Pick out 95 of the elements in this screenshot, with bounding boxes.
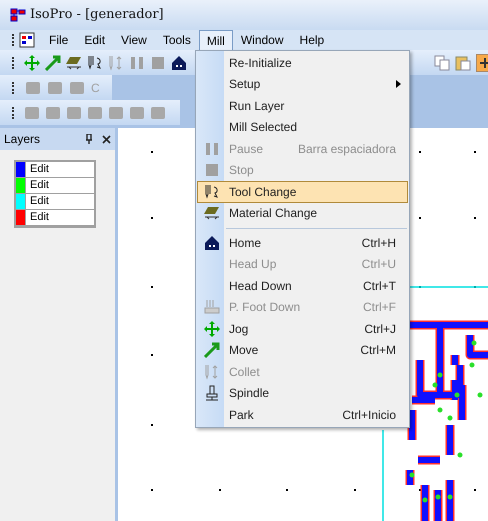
grid-point: [419, 151, 421, 153]
close-icon[interactable]: [102, 134, 111, 144]
menu-item[interactable]: Spindle: [197, 382, 408, 404]
document-icon[interactable]: [19, 32, 35, 48]
menu-item-label: Re-Initialize: [229, 54, 293, 72]
layer-edit-label[interactable]: Edit: [25, 194, 49, 209]
menu-item-label: Material Change: [229, 205, 318, 222]
grid-point: [474, 151, 476, 153]
spindle-icon[interactable]: [204, 385, 220, 402]
diagonal-arrow-icon[interactable]: [204, 342, 220, 358]
grid-point: [219, 489, 221, 491]
menu-item-label: P. Foot Down: [229, 299, 302, 316]
menu-item-label: Tool Change: [229, 184, 298, 201]
menu-bar-item[interactable]: Window: [232, 30, 292, 50]
submenu-arrow-icon: [396, 80, 401, 88]
menu-item-label: Head Down: [229, 278, 293, 295]
house-icon[interactable]: [204, 234, 220, 251]
menu-item-label: Run Layer: [229, 98, 286, 115]
shortcut-label: Ctrl+U: [362, 256, 396, 274]
menu-item[interactable]: Head Down Ctrl+T: [197, 275, 408, 296]
menu-item[interactable]: Material Change: [197, 202, 408, 224]
grid-point: [151, 489, 153, 491]
menu-item-label: Home: [229, 234, 262, 252]
shortcut-label: Ctrl+Inicio: [342, 406, 396, 424]
panel-title: Layers: [4, 131, 42, 148]
pause-icon[interactable]: [129, 54, 145, 70]
pin-icon[interactable]: [84, 134, 94, 144]
menu-item-label: Pause: [229, 140, 264, 158]
layer-edit-label[interactable]: Edit: [25, 210, 49, 225]
menu-item-label: Head Up: [229, 256, 278, 274]
grid-point: [151, 151, 153, 153]
menu-bar-item[interactable]: File: [41, 30, 76, 50]
menu-item[interactable]: Mill Selected: [197, 116, 408, 138]
toolbar-grip-icon: [12, 56, 15, 68]
menu-item[interactable]: Run Layer: [197, 95, 408, 116]
grid-point: [419, 489, 421, 491]
grid-point: [419, 217, 421, 219]
toolbar-grip-icon: [12, 106, 15, 118]
menu-item[interactable]: Park Ctrl+Inicio: [197, 404, 408, 426]
tool-swap-icon[interactable]: [204, 184, 220, 200]
menu-bar-item[interactable]: Tools: [154, 30, 199, 50]
grid-point: [151, 424, 153, 426]
menu-item-label: Setup: [229, 76, 262, 94]
grid-point: [286, 489, 288, 491]
layer-color-swatch[interactable]: [16, 194, 25, 209]
toolbar-grip-icon: [12, 34, 15, 46]
grid-point: [419, 286, 421, 288]
menu-item-label: Stop: [229, 162, 255, 180]
menu-item[interactable]: Move Ctrl+M: [197, 340, 408, 361]
layer-color-swatch[interactable]: [16, 162, 25, 177]
plate-icon[interactable]: [204, 205, 220, 222]
layer-color-swatch[interactable]: [16, 178, 25, 193]
four-arrows-icon[interactable]: [204, 320, 220, 337]
shortcut-label: Ctrl+F: [363, 299, 396, 316]
menu-item-label: Spindle: [229, 385, 270, 402]
menu-bar-item[interactable]: Edit: [76, 30, 114, 50]
stop-icon[interactable]: [150, 54, 166, 70]
tool-arrows-icon[interactable]: [108, 54, 124, 70]
menu-item-label: Mill Selected: [229, 119, 298, 136]
menu-item-label: Collet: [229, 364, 261, 381]
grid-point: [474, 217, 476, 219]
app-logo-icon: [10, 7, 26, 23]
grid-point: [151, 217, 153, 219]
menu-item-label: Park: [229, 406, 255, 424]
menu-bar-item[interactable]: Mill: [198, 30, 233, 50]
window-title: IsoPro - [generador]: [30, 6, 164, 24]
tool-swap-icon[interactable]: [87, 54, 103, 70]
grid-point: [474, 489, 476, 491]
grid-point: [474, 286, 476, 288]
house-icon[interactable]: [171, 54, 187, 70]
menu-item[interactable]: Home Ctrl+H: [197, 232, 408, 254]
toolbar-grip-icon: [12, 82, 15, 94]
grid-point: [151, 286, 153, 288]
layer-edit-label[interactable]: Edit: [25, 162, 49, 177]
menu-item[interactable]: Jog Ctrl+J: [197, 318, 408, 340]
shortcut-label: Ctrl+M: [360, 342, 396, 360]
menu-item-label: Jog: [229, 320, 250, 338]
shortcut-label: Ctrl+T: [363, 278, 396, 295]
shortcut-label: Ctrl+J: [364, 320, 396, 338]
menu-item[interactable]: Setup: [197, 74, 408, 95]
four-arrows-icon[interactable]: [24, 54, 40, 70]
layer-edit-label[interactable]: Edit: [25, 178, 49, 193]
diagonal-arrow-icon[interactable]: [45, 54, 61, 70]
shortcut-label: Barra espaciadora: [298, 140, 396, 158]
copy-icon[interactable]: [434, 54, 450, 70]
grid-point: [354, 489, 356, 491]
grid-point: [151, 354, 153, 356]
menu-bar-item[interactable]: View: [113, 30, 155, 50]
menu-bar-item[interactable]: Help: [292, 30, 332, 50]
shortcut-label: Ctrl+H: [362, 234, 396, 252]
menu-item-label: Move: [229, 342, 260, 360]
paste-icon[interactable]: [455, 54, 471, 70]
plate-icon[interactable]: [66, 54, 82, 70]
layer-color-swatch[interactable]: [16, 210, 25, 225]
menu-item[interactable]: Tool Change: [197, 181, 408, 202]
